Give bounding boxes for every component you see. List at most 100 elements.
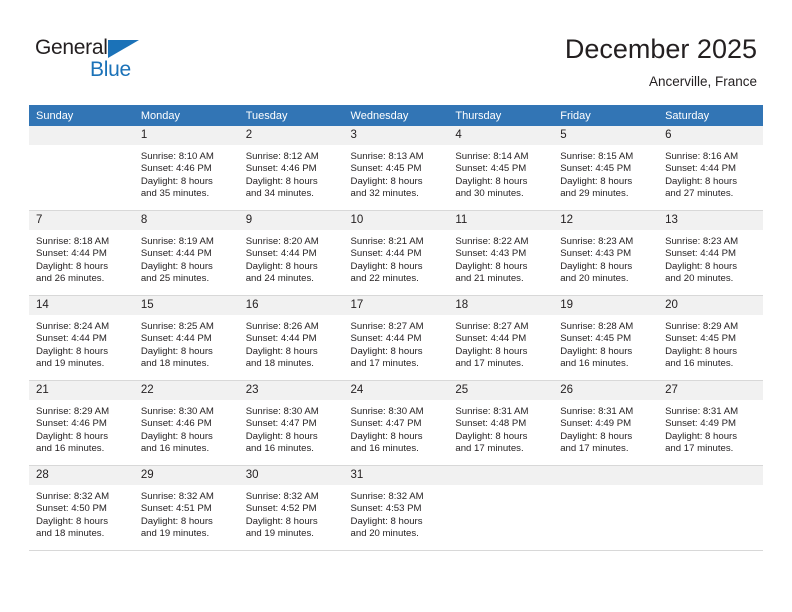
day-detail-line: Sunrise: 8:29 AM: [36, 406, 110, 417]
day-detail-line: Daylight: 8 hours: [455, 430, 528, 442]
day-cell-inner: 2 Sunrise: 8:12 AM Sunset: 4:46 PM Daylight…: [238, 126, 344, 210]
calendar-day-cell[interactable]: 12 Sunrise: 8:23 AM Sunset: 4:43 PM Dayligh…: [553, 210, 659, 296]
calendar-day-cell[interactable]: 2 Sunrise: 8:12 AM Sunset: 4:46 PM Daylight…: [238, 126, 344, 211]
day-number: 10: [343, 211, 449, 230]
logo-triangle-icon: [108, 40, 139, 58]
day-detail-line: and 30 minutes.: [455, 188, 524, 200]
day-detail-line: Sunset: 4:45 PM: [665, 333, 736, 345]
day-detail-line: Sunset: 4:44 PM: [245, 333, 317, 345]
day-detail-line: Sunrise: 8:31 AM: [665, 406, 739, 417]
day-detail-line: Sunrise: 8:10 AM: [140, 151, 214, 162]
calendar-day-cell[interactable]: 26 Sunrise: 8:31 AM Sunset: 4:49 PM Dayligh…: [553, 380, 659, 466]
calendar-day-cell[interactable]: 25 Sunrise: 8:31 AM Sunset: 4:48 PM Dayligh…: [448, 380, 554, 466]
logo-text-blue: Blue: [90, 58, 131, 81]
calendar-day-cell[interactable]: 31 Sunrise: 8:32 AM Sunset: 4:53 PM Dayligh…: [343, 465, 449, 551]
day-number: 29: [133, 466, 239, 485]
day-cell-inner: 24 Sunrise: 8:30 AM Sunset: 4:47 PM Dayligh…: [343, 381, 449, 465]
day-number: 30: [238, 466, 344, 485]
day-cell-inner: 27 Sunrise: 8:31 AM Sunset: 4:49 PM Dayligh…: [658, 381, 763, 465]
page-title: December 2025: [564, 34, 757, 64]
day-detail-line: Daylight: 8 hours: [36, 515, 108, 527]
day-detail-line: Sunrise: 8:31 AM: [455, 406, 529, 417]
day-detail-line: Sunset: 4:45 PM: [560, 333, 632, 345]
calendar-day-cell[interactable]: 21 Sunrise: 8:29 AM Sunset: 4:46 PM Dayligh…: [29, 380, 134, 466]
day-detail-line: and 27 minutes.: [665, 188, 734, 200]
calendar-day-cell[interactable]: 19 Sunrise: 8:28 AM Sunset: 4:45 PM Dayligh…: [553, 295, 659, 381]
calendar-day-cell[interactable]: 10 Sunrise: 8:21 AM Sunset: 4:44 PM Dayligh…: [343, 210, 449, 296]
day-detail-line: and 32 minutes.: [350, 188, 419, 200]
calendar-day-cell[interactable]: 4 Sunrise: 8:14 AM Sunset: 4:45 PM Daylight…: [448, 126, 554, 211]
day-detail-line: Sunset: 4:49 PM: [665, 418, 736, 430]
day-detail-line: and 18 minutes.: [245, 358, 314, 370]
day-detail-line: and 17 minutes.: [350, 358, 419, 370]
day-detail-line: Sunrise: 8:32 AM: [36, 491, 110, 502]
day-cell-inner: 7 Sunrise: 8:18 AM Sunset: 4:44 PM Daylight…: [29, 211, 134, 295]
calendar-day-cell[interactable]: 5 Sunrise: 8:15 AM Sunset: 4:45 PM Daylight…: [553, 126, 659, 211]
calendar-day-cell[interactable]: 17 Sunrise: 8:27 AM Sunset: 4:44 PM Dayligh…: [343, 295, 449, 381]
weekday-header-sunday: Sunday: [29, 105, 134, 126]
day-cell-details: Sunrise: 8:19 AM Sunset: 4:44 PM Daylight:…: [134, 230, 239, 286]
day-number: 28: [29, 466, 134, 485]
day-detail-line: Daylight: 8 hours: [350, 430, 423, 442]
day-detail-line: Sunset: 4:50 PM: [36, 503, 107, 515]
day-number: 7: [29, 211, 134, 230]
calendar-day-cell[interactable]: 3 Sunrise: 8:13 AM Sunset: 4:45 PM Daylight…: [343, 126, 449, 211]
day-detail-line: Sunset: 4:44 PM: [350, 333, 422, 345]
calendar-day-cell[interactable]: 20 Sunrise: 8:29 AM Sunset: 4:45 PM Dayligh…: [658, 295, 763, 381]
calendar-day-cell[interactable]: 14 Sunrise: 8:24 AM Sunset: 4:44 PM Dayligh…: [29, 295, 134, 381]
day-number: [553, 466, 659, 485]
calendar-day-cell[interactable]: 16 Sunrise: 8:26 AM Sunset: 4:44 PM Dayligh…: [238, 295, 344, 381]
calendar-week-row: 21 Sunrise: 8:29 AM Sunset: 4:46 PM Dayligh…: [29, 380, 763, 466]
day-number: 31: [343, 466, 449, 485]
calendar-day-cell[interactable]: 28 Sunrise: 8:32 AM Sunset: 4:50 PM Dayligh…: [29, 465, 134, 551]
day-cell-details: Sunrise: 8:13 AM Sunset: 4:45 PM Daylight:…: [344, 145, 449, 201]
day-detail-line: Sunset: 4:46 PM: [140, 418, 212, 430]
day-cell-inner: 18 Sunrise: 8:27 AM Sunset: 4:44 PM Dayligh…: [448, 296, 554, 380]
day-detail-line: Sunset: 4:44 PM: [36, 333, 107, 345]
day-detail-line: Sunset: 4:44 PM: [665, 163, 736, 175]
calendar-day-cell[interactable]: 30 Sunrise: 8:32 AM Sunset: 4:52 PM Dayligh…: [238, 465, 344, 551]
day-detail-line: Sunset: 4:53 PM: [350, 503, 422, 515]
calendar-day-cell[interactable]: 7 Sunrise: 8:18 AM Sunset: 4:44 PM Daylight…: [29, 210, 134, 296]
calendar-day-cell[interactable]: 22 Sunrise: 8:30 AM Sunset: 4:46 PM Dayligh…: [133, 380, 239, 466]
calendar-day-cell[interactable]: 15 Sunrise: 8:25 AM Sunset: 4:44 PM Dayligh…: [133, 295, 239, 381]
calendar-day-cell[interactable]: 1 Sunrise: 8:10 AM Sunset: 4:46 PM Daylight…: [133, 126, 239, 211]
general-blue-logo[interactable]: General Blue: [35, 36, 165, 84]
calendar-day-cell[interactable]: 8 Sunrise: 8:19 AM Sunset: 4:44 PM Daylight…: [133, 210, 239, 296]
day-number: 2: [238, 126, 344, 145]
day-cell-details: Sunrise: 8:32 AM Sunset: 4:52 PM Daylight:…: [239, 485, 344, 541]
calendar-day-cell[interactable]: 27 Sunrise: 8:31 AM Sunset: 4:49 PM Dayligh…: [658, 380, 763, 466]
day-detail-line: Daylight: 8 hours: [350, 515, 423, 527]
day-cell-details: Sunrise: 8:27 AM Sunset: 4:44 PM Daylight:…: [448, 315, 553, 371]
weekday-header-thursday: Thursday: [448, 105, 554, 126]
calendar-day-cell[interactable]: 23 Sunrise: 8:30 AM Sunset: 4:47 PM Dayligh…: [238, 380, 344, 466]
calendar-day-cell[interactable]: 11 Sunrise: 8:22 AM Sunset: 4:43 PM Dayligh…: [448, 210, 554, 296]
day-detail-line: and 24 minutes.: [245, 273, 314, 285]
day-detail-line: and 17 minutes.: [665, 443, 734, 455]
day-detail-line: Daylight: 8 hours: [36, 345, 108, 357]
day-cell-details: Sunrise: 8:29 AM Sunset: 4:46 PM Daylight:…: [29, 400, 134, 456]
day-detail-line: and 16 minutes.: [560, 358, 629, 370]
logo-text-general: General: [35, 36, 108, 59]
day-detail-line: and 29 minutes.: [560, 188, 629, 200]
day-detail-line: Sunset: 4:43 PM: [560, 248, 632, 260]
day-detail-line: Sunrise: 8:20 AM: [245, 236, 319, 247]
day-detail-line: Sunset: 4:44 PM: [140, 248, 212, 260]
day-cell-details: [448, 485, 553, 491]
day-detail-line: and 16 minutes.: [36, 443, 105, 455]
day-detail-line: Sunset: 4:46 PM: [245, 163, 317, 175]
day-detail-line: Daylight: 8 hours: [140, 515, 213, 527]
day-detail-line: Sunset: 4:45 PM: [560, 163, 632, 175]
day-cell-inner: 20 Sunrise: 8:29 AM Sunset: 4:45 PM Dayligh…: [658, 296, 763, 380]
day-detail-line: Sunrise: 8:12 AM: [245, 151, 319, 162]
calendar-day-cell[interactable]: 9 Sunrise: 8:20 AM Sunset: 4:44 PM Daylight…: [238, 210, 344, 296]
calendar-day-cell[interactable]: 24 Sunrise: 8:30 AM Sunset: 4:47 PM Dayligh…: [343, 380, 449, 466]
calendar-day-cell[interactable]: 6 Sunrise: 8:16 AM Sunset: 4:44 PM Daylight…: [658, 126, 763, 211]
day-detail-line: Sunrise: 8:25 AM: [140, 321, 214, 332]
day-detail-line: Sunrise: 8:23 AM: [665, 236, 739, 247]
calendar-day-cell[interactable]: 13 Sunrise: 8:23 AM Sunset: 4:44 PM Dayligh…: [658, 210, 763, 296]
calendar-day-cell[interactable]: 29 Sunrise: 8:32 AM Sunset: 4:51 PM Dayligh…: [133, 465, 239, 551]
calendar-day-cell-empty: [658, 465, 763, 551]
calendar-day-cell[interactable]: 18 Sunrise: 8:27 AM Sunset: 4:44 PM Dayligh…: [448, 295, 554, 381]
day-detail-line: and 17 minutes.: [455, 358, 524, 370]
